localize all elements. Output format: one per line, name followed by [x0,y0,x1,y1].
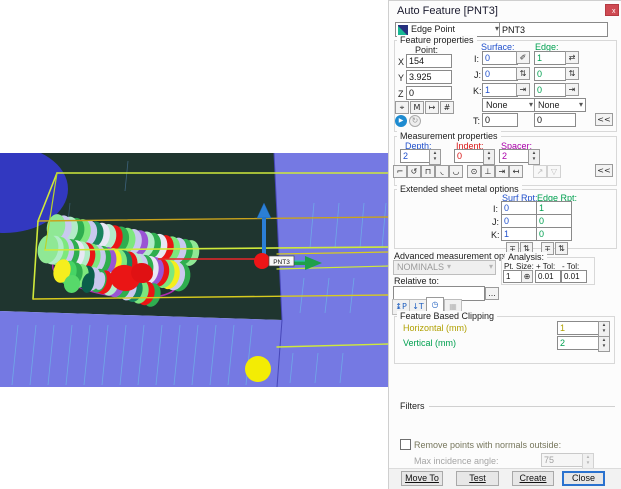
horizontal-label: Horizontal (mm) [403,323,467,333]
i-label: I: [474,54,479,64]
max-angle-label: Max incidence angle: [414,456,499,466]
surface-mode-dropdown[interactable]: None▾ [482,98,536,112]
collapse-feature-button[interactable]: << [595,113,613,126]
surf-rpt-k-input[interactable] [501,227,537,241]
filter-button: ▽ [547,165,561,178]
chevron-down-icon: ▾ [579,99,583,111]
j-edge-input[interactable] [534,67,566,81]
z-input[interactable] [406,86,452,100]
edge-mode-dropdown[interactable]: None▾ [534,98,586,112]
test-button[interactable]: Test [456,471,499,486]
browse-button[interactable]: ... [485,287,499,300]
k-label: K: [473,86,482,96]
yellow-point-marker [245,356,271,382]
i-edge-input[interactable] [534,51,566,65]
remeasure-button[interactable]: ↻ [409,115,421,127]
edge-point-icon [398,25,408,35]
probe-path-5-button[interactable]: ◡ [449,165,463,178]
remove-normals-checkbox[interactable] [400,439,411,450]
surface-vector-button[interactable]: ✐ [516,51,530,64]
edge-flip-button[interactable]: ⇅ [565,67,579,80]
feature-name-input[interactable] [499,22,608,37]
move-to-button[interactable]: Move To [401,471,443,486]
close-button[interactable]: Close [562,471,605,486]
active-point-marker[interactable] [254,253,270,269]
collapse-measurement-button[interactable]: << [595,164,613,177]
minus-tol-input[interactable] [561,270,587,283]
j-surface-input[interactable] [482,67,518,81]
t-label: T: [473,116,480,126]
probe-mode-4-button[interactable]: ↤ [509,165,523,178]
sheet-metal-label: Extended sheet metal options [397,184,522,194]
svg-text:PNT3: PNT3 [273,259,290,266]
vertical-label: Vertical (mm) [403,338,456,348]
edge-flip2-button[interactable]: ⇅ [555,242,568,255]
find-button[interactable]: M [410,101,424,114]
part-front-face [0,311,282,387]
y-input[interactable] [406,70,452,84]
filters-divider [429,406,615,407]
analysis-label: Analysis: [505,252,547,262]
cad-viewport[interactable]: PNT3 [0,153,389,387]
x-input[interactable] [406,54,452,68]
screen: PNT3 Auto Feature [PNT3] x Edge Point ▾ … [0,0,621,488]
play-button[interactable]: ▶ [395,115,407,127]
relative-to-label: Relative to: [394,276,439,286]
y-label: Y [398,73,404,83]
probe-path-4-button[interactable]: ◟ [435,165,449,178]
probe-path-3-button[interactable]: ⊓ [421,165,435,178]
edge-rpt-j-input[interactable] [536,214,572,228]
spinner-arrows-icon[interactable]: ▲▼ [528,149,540,165]
part-right-face [274,153,389,387]
spinner-arrows-icon: ▲▼ [582,453,594,469]
point-label: PNT3 [269,256,294,266]
j-label: J: [474,70,481,80]
spinner-arrows-icon[interactable]: ▲▼ [483,149,495,165]
i-surface-input[interactable] [482,51,518,65]
cad-scene: PNT3 [0,153,389,387]
measurement-properties-label: Measurement properties [397,131,501,141]
chevron-down-icon: ▾ [489,261,493,273]
edge-rpt-i-input[interactable] [536,201,572,215]
spinner-arrows-icon[interactable]: ▲▼ [429,149,441,165]
spinner-arrows-icon[interactable]: ▲▼ [598,321,610,337]
edge-swap-button[interactable]: ⇄ [565,51,579,64]
probe-path-1-button[interactable]: ⌐ [393,165,407,178]
dialog-title: Auto Feature [PNT3] [397,6,498,16]
plus-tol-input[interactable] [535,270,561,283]
filters-label: Filters [400,401,425,411]
read-position-button[interactable]: ⌖ [395,101,409,114]
pt-size-gage-button[interactable]: ⊕ [521,270,533,283]
create-button[interactable]: Create [512,471,554,486]
surface-flip-button[interactable]: ⇅ [516,67,530,80]
chevron-down-icon: ▾ [447,261,451,273]
edge-align-button[interactable]: ⇥ [565,83,579,96]
clipping-label: Feature Based Clipping [397,311,497,321]
surf-rpt-j-input[interactable] [501,214,537,228]
spinner-arrows-icon[interactable]: ▲▼ [598,336,610,352]
probe-mode-2-button[interactable]: ⊥ [481,165,495,178]
surf-rpt-i-input[interactable] [501,201,537,215]
auto-feature-dialog: Auto Feature [PNT3] x Edge Point ▾ Featu… [388,0,621,489]
probe-mode-1-button[interactable]: ⊙ [467,165,481,178]
probe-path-2-button[interactable]: ↺ [407,165,421,178]
probe-mode-3-button[interactable]: ⇥ [495,165,509,178]
k-edge-input[interactable] [534,83,566,97]
path-lines-button: ↗ [533,165,547,178]
nominals-dropdown: NOMINALS ▾ ▾ [393,260,496,275]
z-label: Z [398,89,404,99]
surface-align-button[interactable]: ⇥ [516,83,530,96]
x-label: X [398,57,404,67]
snap-grid-button[interactable]: # [440,101,454,114]
edge-rpt-k-input[interactable] [536,227,572,241]
k-surface-input[interactable] [482,83,518,97]
chevron-down-icon: ▾ [529,99,533,111]
t-surface-input[interactable] [482,113,518,127]
close-icon[interactable]: x [605,4,619,16]
find-vector-button[interactable]: ↦ [425,101,439,114]
feature-properties-label: Feature properties [397,35,477,45]
remove-normals-label: Remove points with normals outside: [414,440,561,450]
t-edge-input[interactable] [534,113,576,127]
